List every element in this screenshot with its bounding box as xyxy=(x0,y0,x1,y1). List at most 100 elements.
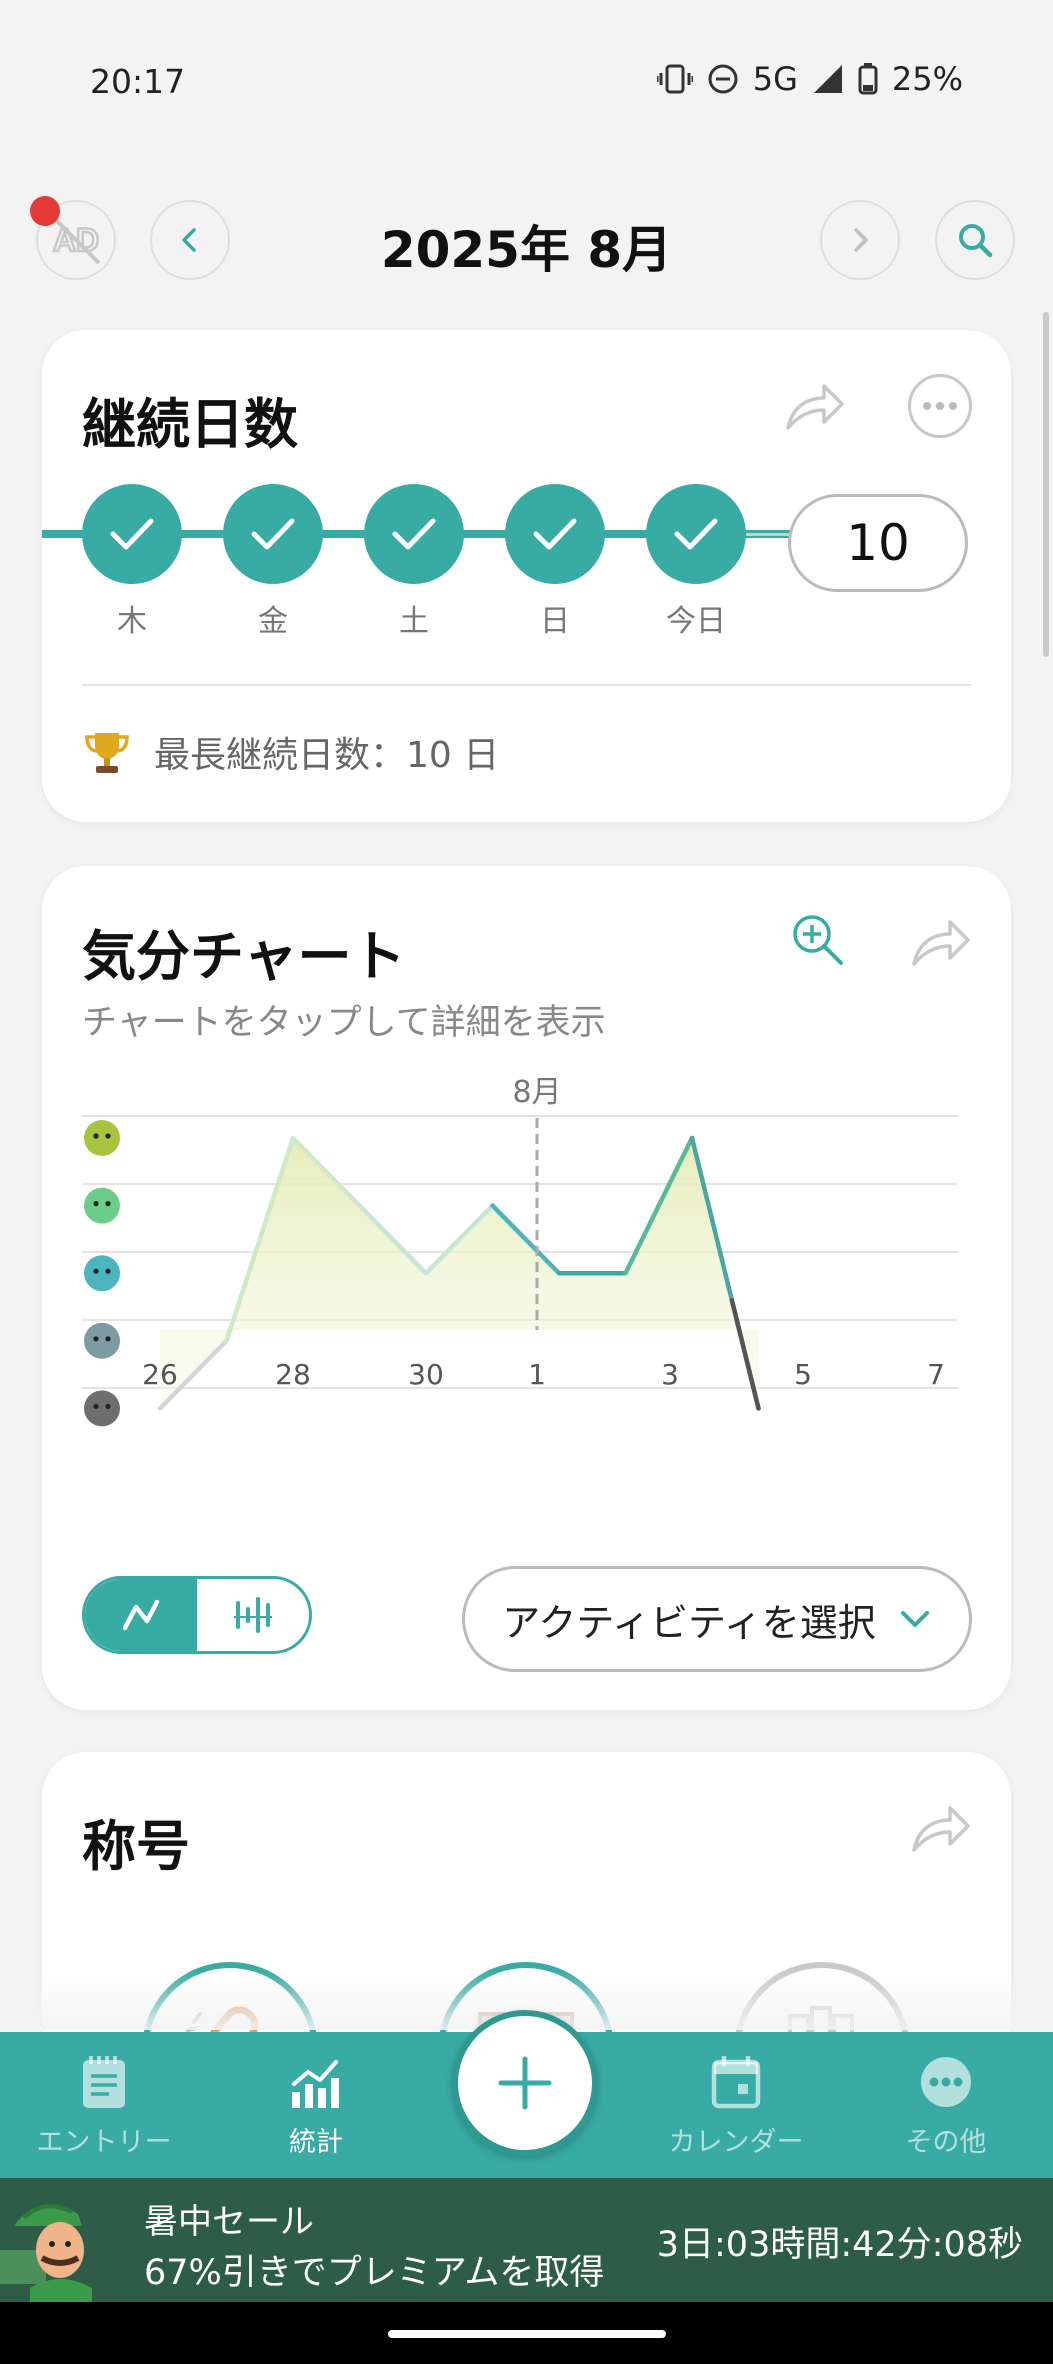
x-tick-label: 30 xyxy=(408,1358,444,1391)
nav-calendar-label: カレンダー xyxy=(668,2127,804,2158)
bar-chart-option[interactable] xyxy=(197,1579,309,1651)
home-indicator[interactable] xyxy=(388,2330,666,2338)
x-tick-label: 1 xyxy=(528,1358,546,1391)
streak-day: 木 xyxy=(82,484,182,640)
check-circle xyxy=(505,484,605,584)
day-label: 金 xyxy=(258,604,288,639)
calendar-icon xyxy=(711,2056,761,2109)
streak-day: 日 xyxy=(505,484,605,640)
plus-icon xyxy=(498,2056,552,2110)
streak-day: 土 xyxy=(364,484,464,640)
status-icons: 5G 25% xyxy=(656,60,963,98)
do-not-disturb-icon xyxy=(708,64,738,94)
signal-icon xyxy=(813,65,842,93)
select-activity-label: アクティビティを選択 xyxy=(502,1600,876,1645)
divider xyxy=(82,684,971,686)
x-tick-label: 28 xyxy=(275,1358,311,1391)
sale-offer: 67%引きでプレミアムを取得 xyxy=(144,2253,605,2293)
nav-stats[interactable]: 統計 xyxy=(216,2054,416,2159)
mascot-avatar xyxy=(0,2204,92,2302)
nav-calendar[interactable]: カレンダー xyxy=(636,2054,836,2159)
mood-level-icon xyxy=(84,1120,120,1156)
x-tick-label: 5 xyxy=(794,1358,812,1391)
mood-level-icon xyxy=(84,1187,120,1224)
streak-title: 継続日数 xyxy=(82,393,298,456)
share-icon xyxy=(912,1806,970,1852)
nav-more-label: その他 xyxy=(905,2127,987,2158)
chevron-right-icon xyxy=(854,228,868,252)
day-label: 今日 xyxy=(666,604,726,639)
x-tick-label: 26 xyxy=(142,1358,178,1391)
nav-entries-label: エントリー xyxy=(36,2127,172,2158)
bar-chart-icon xyxy=(292,2060,339,2108)
vibrate-icon xyxy=(656,64,693,94)
nav-more[interactable]: その他 xyxy=(846,2054,1046,2159)
line-chart-option[interactable] xyxy=(85,1579,197,1651)
share-icon xyxy=(912,920,970,966)
streak-connector xyxy=(746,533,790,536)
sale-countdown: 3日:03時間:42分:08秒 xyxy=(656,2225,1023,2265)
check-icon xyxy=(533,518,577,550)
streak-card: 継続日数 木 金 土 日 今日 10 最長継続日数：10 日 xyxy=(42,330,1011,822)
share-button[interactable] xyxy=(908,1800,972,1860)
streak-day: 金 xyxy=(223,484,323,640)
streak-count: 10 xyxy=(788,494,968,592)
scrollbar[interactable] xyxy=(1043,312,1049,657)
x-tick-label: 3 xyxy=(661,1358,679,1391)
select-activity-button[interactable]: アクティビティを選択 xyxy=(462,1566,972,1672)
mood-chart-title: 気分チャート xyxy=(82,925,406,988)
trophy-icon xyxy=(85,733,129,773)
bar-chart-icon xyxy=(234,1597,272,1633)
check-icon xyxy=(251,518,295,550)
x-tick-labels: 26 28 30 1 3 5 7 xyxy=(142,1358,945,1391)
share-button[interactable] xyxy=(782,378,846,438)
notebook-icon xyxy=(83,2056,125,2108)
notification-dot xyxy=(30,196,60,226)
line-chart-icon xyxy=(122,1599,160,1631)
share-button[interactable] xyxy=(908,914,972,974)
mood-level-icon xyxy=(84,1390,120,1427)
more-dots-icon xyxy=(921,2057,971,2107)
header: AD 2025年 8月 xyxy=(0,190,1053,290)
zoom-button[interactable] xyxy=(788,910,848,974)
network-type: 5G xyxy=(752,60,798,98)
status-time: 20:17 xyxy=(90,62,186,101)
check-icon xyxy=(110,518,154,550)
x-tick-label: 7 xyxy=(927,1358,945,1391)
chevron-down-icon xyxy=(900,1611,929,1627)
battery-level: 25% xyxy=(891,60,963,98)
check-circle xyxy=(223,484,323,584)
mood-chart-card: 気分チャート チャートをタップして詳細を表示 8月 26 28 30 1 3 5 7 xyxy=(42,866,1011,1710)
check-circle xyxy=(82,484,182,584)
day-label: 日 xyxy=(540,604,570,639)
mood-chart-subtitle: チャートをタップして詳細を表示 xyxy=(82,1003,606,1043)
streak-day: 今日 xyxy=(646,484,746,640)
day-label: 木 xyxy=(117,604,147,639)
mood-level-icons xyxy=(84,1120,120,1427)
more-horizontal-icon xyxy=(923,402,957,410)
share-icon xyxy=(786,384,844,430)
day-label: 土 xyxy=(399,604,429,639)
status-bar: 20:17 5G 25% xyxy=(0,0,1053,170)
month-marker-label: 8月 xyxy=(512,1075,561,1110)
check-circle xyxy=(646,484,746,584)
nav-stats-label: 統計 xyxy=(289,2127,343,2158)
titles-card-title: 称号 xyxy=(82,1815,190,1878)
longest-streak: 最長継続日数：10 日 xyxy=(82,726,499,778)
more-options-button[interactable] xyxy=(908,374,972,438)
add-entry-button[interactable] xyxy=(452,2010,598,2156)
nav-entries[interactable]: エントリー xyxy=(4,2054,204,2159)
chart-type-toggle[interactable] xyxy=(82,1576,312,1654)
next-month-button[interactable] xyxy=(820,200,900,280)
mood-level-icon xyxy=(84,1322,120,1359)
mood-chart[interactable]: 8月 26 28 30 1 3 5 7 xyxy=(42,1066,1011,1436)
sale-title: 暑中セール xyxy=(144,2202,314,2242)
mood-level-icon xyxy=(84,1255,120,1292)
sale-banner[interactable]: 暑中セール 67%引きでプレミアムを取得 3日:03時間:42分:08秒 xyxy=(0,2178,1053,2302)
longest-streak-text: 最長継続日数：10 日 xyxy=(154,735,500,776)
check-circle xyxy=(364,484,464,584)
check-icon xyxy=(674,518,718,550)
system-navigation-bar xyxy=(0,2302,1053,2364)
search-icon xyxy=(959,224,993,258)
search-button[interactable] xyxy=(935,200,1015,280)
